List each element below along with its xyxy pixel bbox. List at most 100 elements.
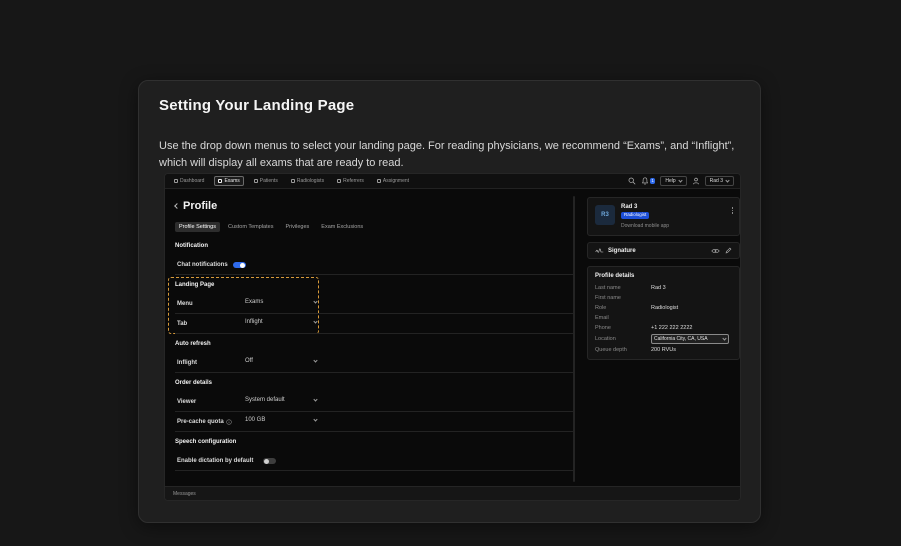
doc-description-line2: which will display all exams that are re… — [159, 156, 404, 169]
nav-tab-label: Dashboard — [180, 178, 205, 184]
row-inflight-refresh: Inflight Off — [175, 353, 573, 373]
detail-row-first-name: First name — [595, 293, 732, 303]
nav-tab-dashboard[interactable]: Dashboard — [171, 177, 207, 185]
nav-tab-patients[interactable]: Patients — [251, 177, 281, 185]
profile-title: Profile — [183, 200, 218, 212]
detail-label: Email — [595, 315, 609, 321]
chevron-down-icon — [313, 416, 318, 422]
section-landing-page: Landing Page — [175, 282, 215, 288]
precache-label-text: Pre-cache quota — [177, 419, 224, 425]
detail-row-queue-depth: Queue depth 200 RVUs — [595, 345, 732, 355]
eye-icon[interactable] — [711, 248, 720, 254]
help-label: Help — [665, 178, 676, 184]
section-auto-refresh: Auto refresh — [175, 341, 211, 347]
section-speech-configuration: Speech configuration — [175, 439, 237, 445]
nav-tab-referrers[interactable]: Referrers — [334, 177, 367, 185]
scrollbar[interactable] — [573, 196, 575, 482]
section-notification: Notification — [175, 243, 208, 249]
chevron-down-icon — [313, 357, 318, 363]
referrers-icon — [337, 179, 342, 183]
doc-description-line1: Use the drop down menus to select your l… — [159, 140, 735, 152]
assignment-icon — [376, 179, 381, 183]
tab-privileges[interactable]: Privileges — [281, 222, 313, 232]
detail-row-location: Location California City, CA, USA — [595, 333, 732, 345]
row-viewer: Viewer System default — [175, 392, 573, 412]
back-icon[interactable] — [174, 203, 180, 209]
user-icon[interactable] — [692, 177, 700, 185]
nav-tab-label: Exams — [224, 178, 240, 184]
nav-tab-assignment[interactable]: Assignment — [374, 177, 412, 185]
nav-tab-exams[interactable]: Exams — [214, 176, 244, 186]
app-screenshot: Dashboard Exams Patients Radiologists Re… — [164, 173, 741, 501]
nav-tab-label: Patients — [259, 178, 278, 184]
patients-icon — [253, 179, 258, 183]
help-button[interactable]: Help — [660, 176, 687, 186]
download-mobile-app-link[interactable]: Download mobile app — [621, 223, 669, 229]
chat-notifications-toggle[interactable] — [233, 262, 246, 268]
precache-label: Pre-cache quota — [177, 419, 232, 425]
row-chat-notifications: Chat notifications — [175, 255, 573, 275]
edit-icon[interactable] — [725, 247, 732, 254]
chevron-down-icon — [678, 177, 683, 183]
detail-row-phone: Phone +1 222 222 2222 — [595, 323, 732, 333]
inflight-select-value: Off — [245, 358, 253, 364]
chat-notifications-label: Chat notifications — [177, 262, 228, 268]
signature-label: Signature — [608, 247, 636, 254]
profile-settings-content: Profile Profile Settings Custom Template… — [168, 189, 573, 471]
detail-row-email: Email — [595, 313, 732, 323]
app-navbar: Dashboard Exams Patients Radiologists Re… — [165, 174, 740, 189]
doc-card: Setting Your Landing Page Use the drop d… — [138, 80, 761, 523]
precache-select[interactable]: 100 GB — [245, 416, 318, 423]
detail-label: Last name — [595, 285, 621, 291]
radiologists-icon — [290, 179, 295, 183]
dictation-label: Enable dictation by default — [177, 458, 254, 464]
viewer-label: Viewer — [177, 399, 197, 405]
location-select[interactable]: California City, CA, USA — [651, 334, 729, 344]
detail-row-last-name: Last name Rad 3 — [595, 283, 732, 293]
detail-label: Location — [595, 336, 616, 342]
section-order-details: Order details — [175, 380, 213, 386]
tab-label: Tab — [177, 321, 188, 327]
chevron-down-icon — [313, 298, 318, 304]
notifications-button[interactable]: 1 — [641, 177, 656, 185]
user-name: Rad 3 — [621, 204, 638, 210]
menu-label: Menu — [177, 301, 193, 307]
tab-custom-templates[interactable]: Custom Templates — [224, 222, 277, 232]
precache-select-value: 100 GB — [245, 417, 266, 423]
profile-details-card: Profile details Last name Rad 3 First na… — [587, 266, 740, 360]
messages-bar[interactable]: Messages — [165, 486, 740, 500]
menu-select[interactable]: Exams — [245, 298, 318, 305]
chevron-down-icon — [313, 396, 318, 402]
inflight-select[interactable]: Off — [245, 357, 318, 364]
detail-value: 200 RVUs — [651, 347, 676, 353]
bell-icon — [641, 177, 648, 185]
signature-icon — [595, 248, 604, 253]
avatar: R3 — [595, 205, 615, 225]
inflight-label: Inflight — [177, 360, 197, 366]
settings-sections: Notification Chat notifications Landing … — [168, 236, 573, 471]
profile-page-head: Profile — [174, 199, 573, 213]
profile-tabs: Profile Settings Custom Templates Privil… — [175, 221, 573, 233]
nav-tab-label: Referrers — [343, 178, 364, 184]
chevron-down-icon — [313, 318, 318, 324]
landing-page-section: Landing Page Menu Exams Tab Inflight — [168, 275, 573, 334]
tab-select[interactable]: Inflight — [245, 318, 318, 325]
user-menu-button[interactable]: Rad 3 — [704, 176, 734, 186]
dictation-toggle[interactable] — [263, 458, 276, 464]
viewer-select[interactable]: System default — [245, 396, 318, 403]
signature-actions — [711, 247, 732, 254]
tab-exam-exclusions[interactable]: Exam Exclusions — [317, 222, 367, 232]
detail-label: Phone — [595, 325, 611, 331]
tab-profile-settings[interactable]: Profile Settings — [175, 222, 220, 232]
user-card: R3 Rad 3 Radiologist Download mobile app — [587, 197, 740, 236]
nav-tab-radiologists[interactable]: Radiologists — [288, 177, 327, 185]
info-icon[interactable] — [226, 419, 232, 425]
search-icon[interactable] — [628, 177, 636, 185]
kebab-menu-icon[interactable] — [731, 206, 733, 215]
profile-details-title: Profile details — [595, 273, 635, 279]
detail-row-role: Role Radiologist — [595, 303, 732, 313]
tab-select-value: Inflight — [245, 319, 263, 325]
location-value: California City, CA, USA — [654, 336, 708, 342]
messages-label: Messages — [173, 490, 196, 497]
detail-label: Role — [595, 305, 607, 311]
